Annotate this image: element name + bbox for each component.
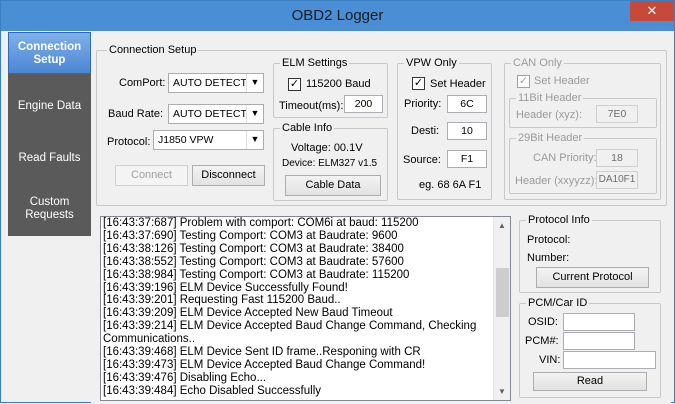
- vpw-example-text: eg. 68 6A F1: [419, 179, 482, 191]
- timeout-input[interactable]: 200: [344, 95, 383, 113]
- app-window: OBD2 Logger ✕ Connection Setup Engine Da…: [0, 0, 675, 404]
- can-priority-label: CAN Priority:: [533, 152, 597, 164]
- vpw-set-header-label: Set Header: [430, 78, 486, 90]
- baud-rate-select[interactable]: AUTO DETECT ▼: [168, 104, 264, 124]
- window-title: OBD2 Logger: [291, 7, 384, 24]
- vin-label: VIN:: [539, 354, 561, 366]
- log-line: [16:43:39:468] ELM Device Sent ID frame.…: [103, 346, 421, 359]
- can-only-title: CAN Only: [511, 57, 564, 69]
- elm-settings-title: ELM Settings: [280, 57, 350, 69]
- source-input[interactable]: F1: [447, 150, 487, 168]
- can-29bit-title: 29Bit Header: [516, 132, 585, 144]
- desti-input[interactable]: 10: [447, 122, 487, 140]
- log-line: [16:43:37:687] Problem with comport: COM…: [103, 217, 419, 229]
- comport-select[interactable]: AUTO DETECT ▼: [168, 73, 264, 93]
- current-protocol-button[interactable]: Current Protocol: [536, 267, 649, 288]
- can-set-header-label: Set Header: [534, 75, 590, 87]
- can-header-input[interactable]: DA10F1: [596, 171, 638, 189]
- comport-value: AUTO DETECT: [173, 77, 247, 89]
- log-lines: [16:43:37:687] Problem with comport: COM…: [101, 217, 510, 398]
- scroll-down-icon[interactable]: ▼: [494, 383, 510, 400]
- chevron-down-icon: ▼: [246, 131, 263, 149]
- main-panel: Connection Setup ComPort: AUTO DETECT ▼ …: [91, 32, 671, 404]
- title-bar[interactable]: OBD2 Logger ✕: [1, 1, 674, 31]
- protocol-info-title: Protocol Info: [526, 214, 592, 226]
- log-line: [16:43:38:552] Testing Comport: COM3 at …: [103, 255, 404, 268]
- log-line: [16:43:37:690] Testing Comport: COM3 at …: [103, 229, 398, 242]
- chevron-down-icon: ▼: [246, 105, 263, 123]
- protocol-info-number-label: Number:: [527, 252, 570, 264]
- elm-baud-checkbox[interactable]: ✓: [288, 78, 301, 91]
- connect-button[interactable]: Connect: [115, 165, 188, 186]
- cable-data-button[interactable]: Cable Data: [285, 175, 381, 196]
- source-label: Source:: [403, 154, 441, 166]
- can-header-label: Header (xxyyzz):: [515, 175, 598, 187]
- pcm-number-label: PCM#:: [525, 335, 559, 347]
- protocol-select[interactable]: J1850 VPW ▼: [153, 130, 264, 150]
- comport-label: ComPort:: [119, 77, 166, 89]
- protocol-label: Protocol:: [107, 136, 151, 148]
- osid-input[interactable]: [563, 313, 635, 331]
- priority-label: Priority:: [404, 98, 442, 110]
- tab-connection-setup[interactable]: Connection Setup: [8, 32, 91, 74]
- tab-custom-requests[interactable]: Custom Requests: [8, 196, 91, 222]
- log-line: [16:43:39:214] ELM Device Accepted Baud …: [103, 320, 477, 333]
- scroll-up-icon[interactable]: ▲: [494, 217, 510, 234]
- log-line: [16:43:39:201] Requesting Fast 115200 Ba…: [103, 294, 341, 307]
- tab-read-faults[interactable]: Read Faults: [8, 152, 91, 165]
- log-line: [16:43:39:209] ELM Device Accepted New B…: [103, 307, 393, 320]
- protocol-value: J1850 VPW: [158, 134, 214, 146]
- log-textbox[interactable]: [16:43:37:687] Problem with comport: COM…: [100, 216, 511, 401]
- can-set-header-checkbox[interactable]: ✓: [517, 75, 530, 88]
- log-line: [16:43:39:196] ELM Device Successfully F…: [103, 281, 348, 294]
- can-11bit-input[interactable]: 7E0: [596, 105, 638, 123]
- log-scrollbar[interactable]: ▲ ▼: [493, 217, 510, 400]
- disconnect-button[interactable]: Disconnect: [192, 165, 265, 186]
- vpw-only-title: VPW Only: [404, 57, 459, 69]
- log-line: [16:43:39:476] Disabling Echo...: [103, 371, 267, 384]
- scroll-thumb[interactable]: [496, 268, 509, 317]
- osid-label: OSID:: [528, 316, 558, 328]
- device-text: Device: ELM327 v1.5: [282, 158, 378, 169]
- connection-setup-title: Connection Setup: [107, 44, 199, 56]
- elm-baud-label: 115200 Baud: [306, 78, 371, 90]
- timeout-label: Timeout(ms):: [279, 100, 344, 112]
- pcm-car-id-title: PCM/Car ID: [526, 297, 590, 309]
- sidebar: Connection Setup Engine Data Read Faults…: [8, 32, 91, 236]
- tab-engine-data[interactable]: Engine Data: [8, 100, 91, 113]
- vin-input[interactable]: [563, 351, 656, 369]
- can-priority-input[interactable]: 18: [596, 149, 638, 167]
- read-button[interactable]: Read: [533, 372, 647, 391]
- log-line: [16:43:39:484] Echo Disabled Successfull…: [103, 384, 321, 397]
- can-11bit-label: Header (xyz):: [516, 109, 583, 121]
- protocol-info-protocol-label: Protocol:: [527, 234, 571, 246]
- log-line: [16:43:39:473] ELM Device Accepted Baud …: [103, 358, 426, 371]
- pcm-number-input[interactable]: [563, 332, 635, 350]
- log-line: [16:43:38:984] Testing Comport: COM3 at …: [103, 268, 410, 281]
- log-line: [16:43:38:126] Testing Comport: COM3 at …: [103, 242, 404, 255]
- priority-input[interactable]: 6C: [447, 95, 487, 113]
- voltage-text: Voltage: 00.1V: [291, 142, 363, 154]
- log-line: Communications..: [103, 333, 196, 346]
- chevron-down-icon: ▼: [246, 74, 263, 92]
- can-11bit-title: 11Bit Header: [516, 92, 584, 104]
- baud-rate-label: Baud Rate:: [108, 108, 164, 120]
- close-button[interactable]: ✕: [630, 1, 674, 21]
- desti-label: Desti:: [411, 125, 440, 137]
- baud-rate-value: AUTO DETECT: [173, 108, 247, 120]
- vpw-set-header-checkbox[interactable]: ✓: [412, 77, 425, 90]
- cable-info-title: Cable Info: [280, 122, 335, 134]
